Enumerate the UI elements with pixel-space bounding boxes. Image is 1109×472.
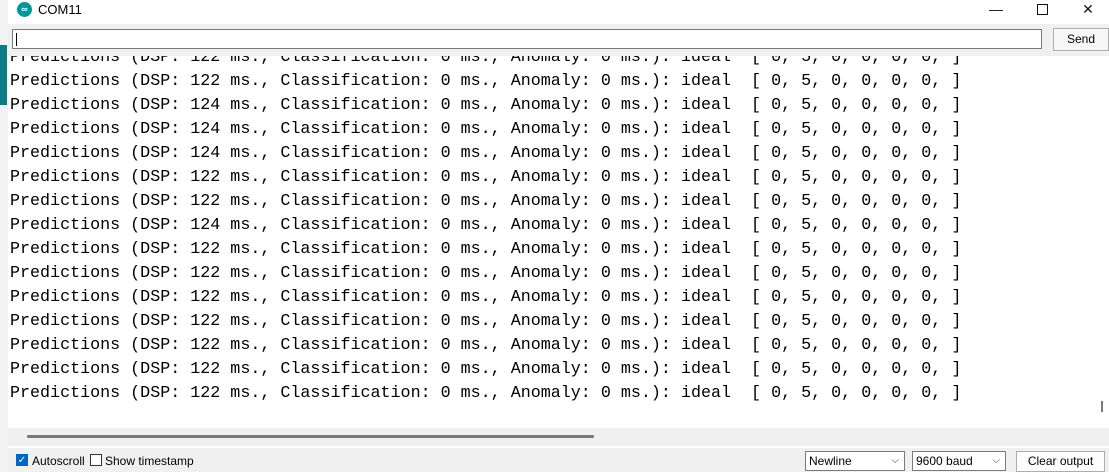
output-lines: Predictions (DSP: 122 ms., Classificatio… — [10, 56, 961, 406]
vertical-scrollbar[interactable] — [1095, 56, 1109, 428]
show-timestamp-label[interactable]: Show timestamp — [105, 454, 194, 468]
clear-output-button[interactable]: Clear output — [1016, 451, 1105, 472]
baud-rate-value: 9600 baud — [916, 454, 973, 468]
baud-rate-select[interactable]: 9600 baud ⌵ — [912, 451, 1006, 471]
line-ending-value: Newline — [809, 454, 852, 468]
minimize-button[interactable]: — — [973, 0, 1019, 20]
output-line: Predictions (DSP: 122 ms., Classificatio… — [10, 288, 962, 307]
background-window-sliver — [0, 0, 8, 472]
title-bar: ∞ COM11 — ✕ — [8, 0, 1109, 20]
output-line: Predictions (DSP: 122 ms., Classificatio… — [10, 72, 962, 91]
serial-send-input[interactable] — [12, 29, 1042, 49]
output-line: Predictions (DSP: 122 ms., Classificatio… — [10, 336, 962, 355]
output-line: Predictions (DSP: 122 ms., Classificatio… — [10, 56, 962, 67]
autoscroll-checkbox[interactable]: ✓ — [16, 454, 28, 466]
arduino-icon: ∞ — [17, 2, 32, 17]
output-line: Predictions (DSP: 122 ms., Classificatio… — [10, 240, 962, 259]
text-caret — [16, 33, 17, 46]
output-line: Predictions (DSP: 122 ms., Classificatio… — [10, 168, 962, 187]
window-title: COM11 — [38, 2, 82, 17]
vertical-scroll-thumb[interactable] — [1101, 401, 1103, 412]
footer-bar: ✓ Autoscroll Show timestamp Newline ⌵ 96… — [8, 448, 1109, 472]
background-window-accent — [0, 45, 7, 105]
output-line: Predictions (DSP: 124 ms., Classificatio… — [10, 216, 962, 235]
serial-output-area[interactable]: Predictions (DSP: 122 ms., Classificatio… — [8, 56, 1095, 428]
maximize-button[interactable] — [1019, 0, 1065, 20]
output-line: Predictions (DSP: 124 ms., Classificatio… — [10, 96, 962, 115]
maximize-icon — [1036, 3, 1048, 15]
send-row: Send — [8, 24, 1109, 56]
chevron-down-icon: ⌵ — [891, 455, 899, 466]
line-ending-select[interactable]: Newline ⌵ — [805, 451, 905, 471]
horizontal-scroll-thumb[interactable] — [27, 435, 594, 438]
output-line: Predictions (DSP: 122 ms., Classificatio… — [10, 312, 962, 331]
send-button[interactable]: Send — [1053, 28, 1109, 51]
chevron-down-icon: ⌵ — [992, 455, 1000, 466]
output-line: Predictions (DSP: 122 ms., Classificatio… — [10, 192, 962, 211]
close-button[interactable]: ✕ — [1065, 0, 1109, 20]
output-line: Predictions (DSP: 122 ms., Classificatio… — [10, 264, 962, 283]
autoscroll-label[interactable]: Autoscroll — [32, 454, 85, 468]
show-timestamp-checkbox[interactable] — [90, 454, 102, 466]
output-line: Predictions (DSP: 122 ms., Classificatio… — [10, 384, 962, 403]
output-line: Predictions (DSP: 122 ms., Classificatio… — [10, 360, 962, 379]
output-line: Predictions (DSP: 124 ms., Classificatio… — [10, 144, 962, 163]
horizontal-scrollbar[interactable] — [8, 428, 1109, 446]
output-line: Predictions (DSP: 124 ms., Classificatio… — [10, 120, 962, 139]
